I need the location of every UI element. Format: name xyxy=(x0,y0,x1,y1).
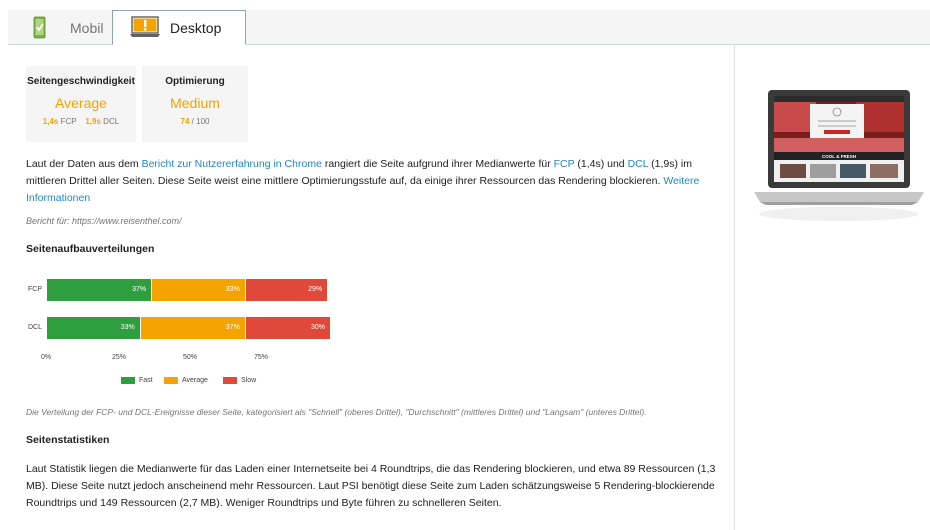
legend-label-fast: Fast xyxy=(139,377,153,384)
x-tick-label: 0% xyxy=(41,354,52,361)
chart-caption: Die Verteilung der FCP- und DCL-Ereignis… xyxy=(26,407,647,417)
legend-swatch-slow xyxy=(223,377,237,384)
chrome-ux-report-link[interactable]: Bericht zur Nutzererfahrung in Chrome xyxy=(142,158,322,170)
x-tick-label: 25% xyxy=(112,354,127,361)
bar-label-fcp-slow: 29% xyxy=(308,286,323,293)
speed-card-title: Seitengeschwindigkeit xyxy=(27,76,135,87)
legend-swatch-fast xyxy=(121,377,135,384)
optimization-score-suffix: / 100 xyxy=(191,117,210,126)
category-label-dcl: DCL xyxy=(28,324,43,331)
dcl-value: 1,9s xyxy=(85,117,101,126)
bar-label-dcl-average: 37% xyxy=(225,324,240,331)
speed-score-card: Seitengeschwindigkeit Average 1,4s FCP 1… xyxy=(26,66,136,142)
speed-card-metrics: 1,4s FCP 1,9s DCL xyxy=(26,117,136,126)
dcl-label: DCL xyxy=(103,117,120,126)
optimization-card-score: 74 / 100 xyxy=(142,117,248,126)
fcp-value: 1,4s xyxy=(42,117,59,126)
optimization-score-card: Optimierung Medium 74 / 100 xyxy=(142,66,248,142)
optimization-card-value: Medium xyxy=(170,95,220,111)
legend-swatch-average xyxy=(164,377,178,384)
stats-heading: Seitenstatistiken xyxy=(26,434,110,446)
stats-paragraph: Laut Statistik liegen die Medianwerte fü… xyxy=(26,463,716,509)
legend-label-average: Average xyxy=(182,377,208,384)
bar-label-dcl-fast: 33% xyxy=(120,324,135,331)
mobile-check-icon xyxy=(30,15,58,41)
optimization-card-title: Optimierung xyxy=(165,76,225,87)
desktop-warning-icon xyxy=(130,15,160,41)
distribution-chart: FCP 37% 33% 29% DCL 33% 37% 30% 0% 25% 50% 75% Fast A… xyxy=(26,266,346,396)
speed-card-value: Average xyxy=(55,95,107,111)
tab-desktop[interactable]: Desktop xyxy=(112,10,246,45)
tab-bar: Mobil Desktop xyxy=(8,10,930,45)
x-tick-label: 75% xyxy=(254,354,269,361)
bar-label-dcl-slow: 30% xyxy=(310,324,325,331)
fcp-link[interactable]: FCP xyxy=(554,158,575,170)
fcp-label: FCP xyxy=(60,117,77,126)
tab-mobile[interactable]: Mobil xyxy=(8,10,112,45)
bar-label-fcp-average: 33% xyxy=(225,286,240,293)
x-tick-label: 50% xyxy=(183,354,198,361)
summary-text: (1,4s) und xyxy=(574,158,628,170)
preview-banner: COOL & FRESH xyxy=(822,154,856,159)
column-divider xyxy=(734,45,735,530)
tab-desktop-label: Desktop xyxy=(170,19,222,36)
report-url: Bericht für: https://www.reisenthel.com/ xyxy=(26,216,182,226)
summary-paragraph: Laut der Daten aus dem Bericht zur Nutze… xyxy=(26,156,726,207)
distribution-heading: Seitenaufbauverteilungen xyxy=(26,243,155,255)
bar-label-fcp-fast: 37% xyxy=(132,286,147,293)
desktop-screenshot-preview: COOL & FRESH xyxy=(752,88,926,226)
legend-label-slow: Slow xyxy=(241,377,257,384)
category-label-fcp: FCP xyxy=(28,286,42,293)
optimization-score: 74 xyxy=(180,117,190,126)
dcl-link[interactable]: DCL xyxy=(628,158,649,170)
summary-text: rangiert die Seite aufgrund ihrer Median… xyxy=(321,158,554,170)
summary-text: Laut der Daten aus dem xyxy=(26,158,142,170)
tab-mobile-label: Mobil xyxy=(70,19,104,36)
